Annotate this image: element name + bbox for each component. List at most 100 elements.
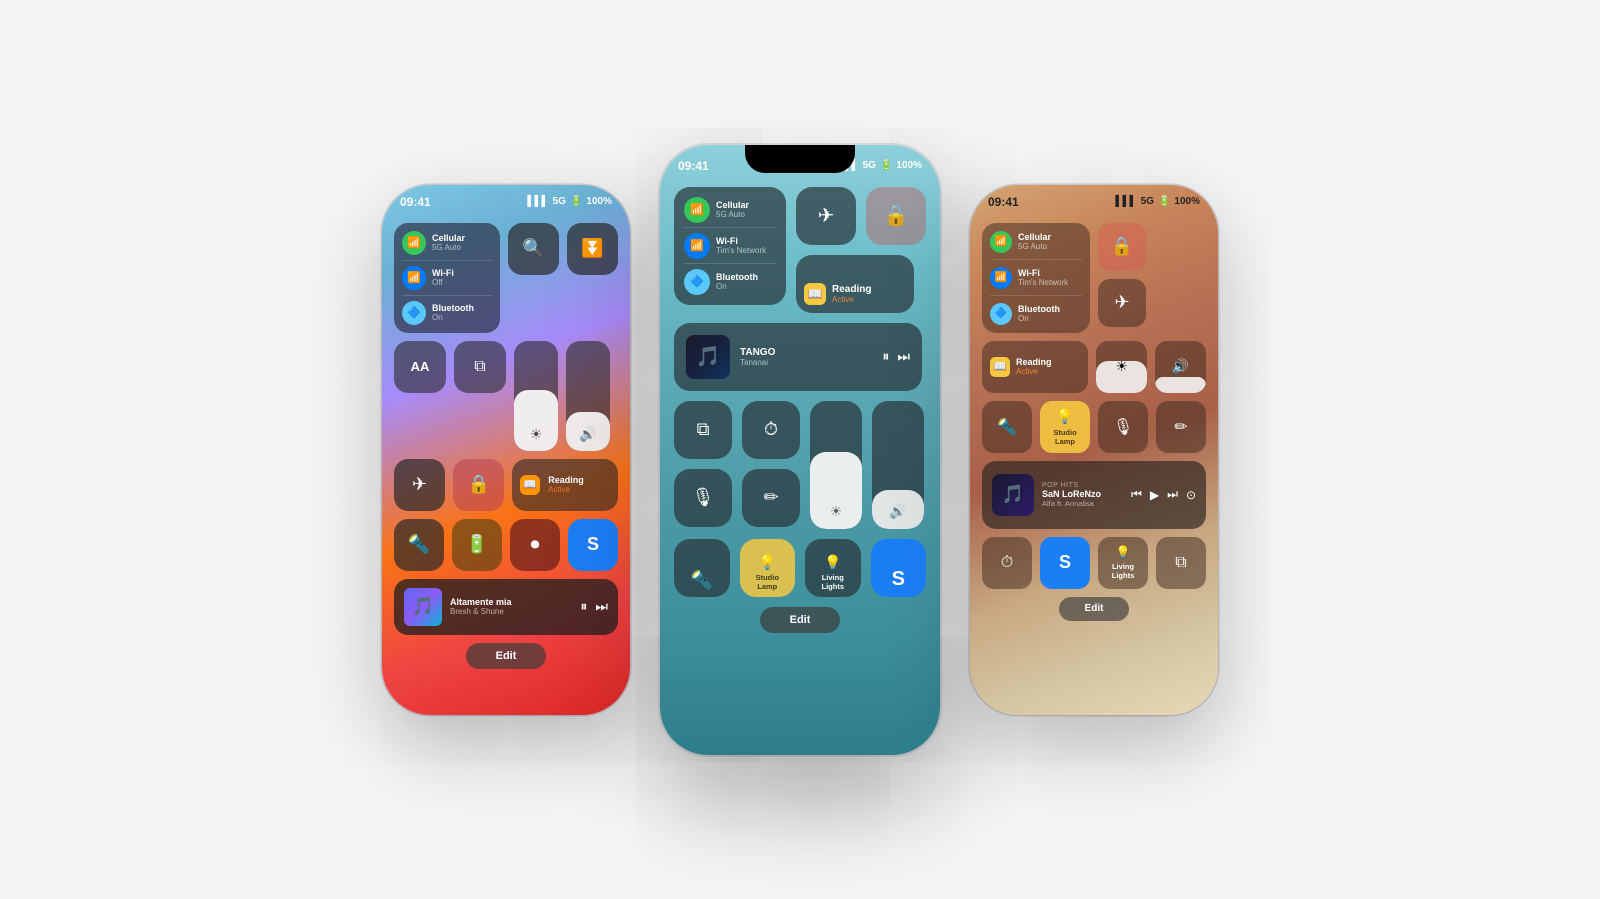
center-row1: 📶 Cellular 5G Auto 📶 Wi-Fi Tim's Network [674, 187, 926, 313]
right-network-tile[interactable]: 📶 Cellular 5G Auto 📶 Wi-Fi Tim's Network [982, 223, 1090, 333]
center-cellular-row: 📶 Cellular 5G Auto [684, 197, 776, 223]
left-wifi-text: Wi-Fi Off [432, 268, 492, 287]
right-pen-tile[interactable]: ✏ [1156, 401, 1206, 453]
right-battery-icon: 🔋 [1158, 196, 1170, 207]
right-music-airplay[interactable]: ⊙ [1186, 488, 1196, 502]
left-wifi-row: 📶 Wi-Fi Off [402, 266, 492, 290]
left-bluetooth-text: Bluetooth On [432, 303, 492, 322]
left-music-next[interactable]: ⏭ [595, 598, 608, 615]
right-edit-button[interactable]: Edit [1059, 597, 1129, 621]
center-sub-row2: 🎙 ✏ [674, 469, 800, 527]
right-volume-fill [1155, 377, 1206, 393]
right-row3: 🔦 💡 StudioLamp 🎙 ✏ [982, 401, 1206, 453]
right-row2: 📖 Reading Active ☀ 🔊 [982, 341, 1206, 393]
left-voicemail-button[interactable]: ⏬ [567, 223, 618, 275]
right-music-tile[interactable]: 🎵 POP HITS SaN LoReNzo Alfa ft. Annalisa… [982, 461, 1206, 529]
right-music-prev[interactable]: ⏮ [1131, 487, 1142, 502]
center-studio-lamp-tile[interactable]: 💡 StudioLamp [740, 539, 796, 597]
center-brightness-icon-wrap: ☀ [830, 503, 843, 521]
center-cellular-sub: 5G Auto [716, 210, 776, 219]
left-battery-button[interactable]: 🔋 [452, 519, 502, 571]
right-flashlight-tile[interactable]: 🔦 [982, 401, 1032, 453]
left-window-icon: ⧉ [474, 358, 485, 376]
right-voice-tile[interactable]: 🎙 [1098, 401, 1148, 453]
center-window-tile[interactable]: ⧉ [674, 401, 732, 459]
right-brightness-icon: ☀ [1115, 358, 1128, 375]
center-reading-label: Reading [832, 284, 871, 295]
center-right-column: ✈ 🔒 📖 Reading Active [796, 187, 926, 313]
right-bluetooth-row: 🔷 Bluetooth On [990, 303, 1082, 325]
left-battery-icon: 🔋 [570, 196, 582, 207]
right-studio-lamp-icon: 💡 [1056, 408, 1073, 425]
center-living-lights-icon: 💡 [824, 554, 841, 571]
center-timer-tile[interactable]: ⏱ [742, 401, 800, 459]
center-notch [745, 145, 855, 173]
center-phone: 09:41 ▌▌▌ 5G 🔋 100% 📶 Cellular 5G Auto [660, 145, 940, 755]
center-volume-slider[interactable]: 🔊 [872, 401, 924, 529]
right-reading-tile[interactable]: 📖 Reading Active [982, 341, 1088, 393]
left-music-play[interactable]: ⏸ [580, 598, 587, 615]
center-volume-icon-wrap: 🔊 [889, 503, 906, 521]
left-flashlight-button[interactable]: 🔦 [394, 519, 444, 571]
left-network-tile[interactable]: 📶 Cellular 5G Auto 📶 Wi-Fi Off [394, 223, 500, 333]
right-volume-icon: 🔊 [1172, 358, 1189, 375]
left-record-button[interactable]: ⏺ [510, 519, 560, 571]
left-row3: ✈ 🔒 📖 Reading Active [394, 459, 618, 511]
center-row3: ⧉ ⏱ 🎙 ✏ [674, 401, 926, 529]
right-status-bar: 09:41 ▌▌▌ 5G 🔋 100% [970, 185, 1218, 215]
right-living-lights-tile[interactable]: 💡 LivingLights [1098, 537, 1148, 589]
left-network: 5G [553, 196, 566, 207]
center-shazam-icon: S [892, 568, 905, 591]
center-pen-icon: ✏ [763, 487, 778, 508]
right-shazam-tile[interactable]: S [1040, 537, 1090, 589]
right-brightness-slider[interactable]: ☀ [1096, 341, 1147, 393]
center-living-lights-tile[interactable]: 💡 LivingLights [805, 539, 861, 597]
left-lock-rotation-button[interactable]: 🔒 [453, 459, 504, 511]
right-timer-tile[interactable]: ⏱ [982, 537, 1032, 589]
left-window-tile[interactable]: ⧉ [454, 341, 506, 393]
right-studio-lamp-tile[interactable]: 💡 StudioLamp [1040, 401, 1090, 453]
center-flashlight-tile[interactable]: 🔦 [674, 539, 730, 597]
center-pen-tile[interactable]: ✏ [742, 469, 800, 527]
center-music-artist: Tananai [740, 358, 872, 367]
right-music-play[interactable]: ▶ [1150, 488, 1159, 502]
left-volume-slider[interactable]: 🔊 [566, 341, 610, 451]
right-window-tile[interactable]: ⧉ [1156, 537, 1206, 589]
right-music-artist: Alfa ft. Annalisa [1042, 499, 1123, 508]
center-reading-tile[interactable]: 📖 Reading Active [796, 255, 914, 313]
left-reading-tile[interactable]: 📖 Reading Active [512, 459, 618, 511]
center-wifi-row: 📶 Wi-Fi Tim's Network [684, 233, 776, 259]
center-shazam-tile[interactable]: S [871, 539, 927, 597]
left-phone: 09:41 ▌▌▌ 5G 🔋 100% 📶 Cellular 5G Auto [382, 185, 630, 715]
right-cellular-sub: 5G Auto [1018, 242, 1082, 251]
right-lock-button[interactable]: 🔒 [1098, 223, 1146, 271]
right-status-right: ▌▌▌ 5G 🔋 100% [1115, 196, 1200, 207]
right-airplane-button[interactable]: ✈ [1098, 279, 1146, 327]
center-lock-button[interactable]: 🔒 [866, 187, 926, 245]
right-music-next[interactable]: ⏭ [1167, 487, 1178, 502]
center-edit-button[interactable]: Edit [760, 607, 840, 633]
right-phone: 09:41 ▌▌▌ 5G 🔋 100% 📶 Cellular 5G Auto [970, 185, 1218, 715]
left-shazam-button[interactable]: S [568, 519, 618, 571]
center-airplane-icon: ✈ [818, 203, 835, 228]
center-music-tile[interactable]: 🎵 TANGO Tananai ⏸ ⏭ [674, 323, 922, 391]
center-airplane-button[interactable]: ✈ [796, 187, 856, 245]
center-music-next[interactable]: ⏭ [897, 348, 910, 365]
left-search-button[interactable]: 🔍 [508, 223, 559, 275]
center-music-play[interactable]: ⏸ [882, 348, 889, 365]
left-airplane-button[interactable]: ✈ [394, 459, 445, 511]
center-reading-sub: Active [832, 295, 871, 304]
left-edit-button[interactable]: Edit [466, 643, 546, 669]
center-brightness-slider[interactable]: ☀ [810, 401, 862, 529]
center-network-tile[interactable]: 📶 Cellular 5G Auto 📶 Wi-Fi Tim's Network [674, 187, 786, 305]
left-aa-tile[interactable]: AA [394, 341, 446, 393]
left-brightness-slider[interactable]: ☀ [514, 341, 558, 451]
right-volume-slider[interactable]: 🔊 [1155, 341, 1206, 393]
center-top-buttons: ✈ 🔒 [796, 187, 926, 245]
left-music-tile[interactable]: 🎵 Altamente mia Bresh & Shune ⏸ ⏭ [394, 579, 618, 635]
left-brightness-icon: ☀ [530, 426, 543, 443]
right-cellular-icon: 📶 [990, 231, 1012, 253]
left-time: 09:41 [400, 195, 431, 209]
left-cellular-sub: 5G Auto [432, 243, 492, 252]
center-voice-tile[interactable]: 🎙 [674, 469, 732, 527]
